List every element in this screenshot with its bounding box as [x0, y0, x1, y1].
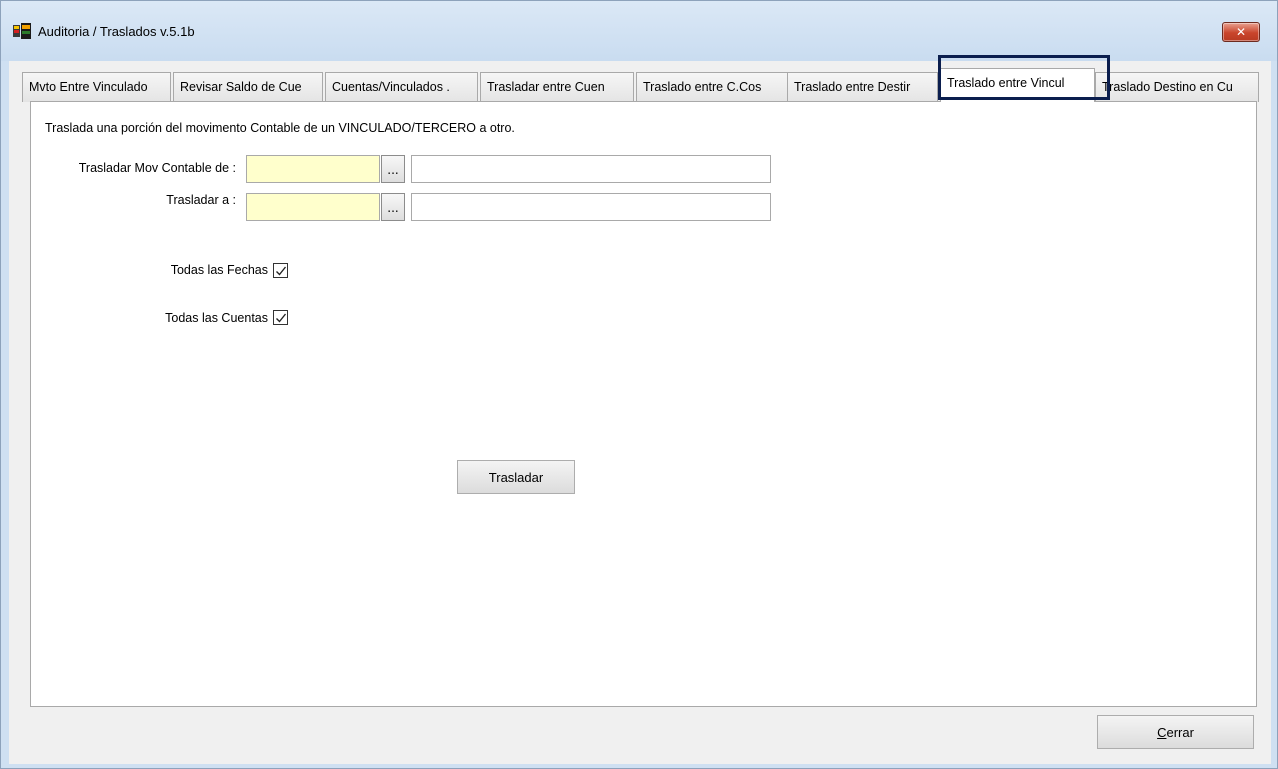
close-icon: ✕	[1235, 25, 1247, 39]
tab-traslado-entre-vinculados[interactable]: Traslado entre Vincul	[940, 68, 1095, 102]
tab-label: Revisar Saldo de Cue	[180, 80, 302, 94]
from-code-input[interactable]	[246, 155, 380, 183]
tab-trasladar-entre-cuentas[interactable]: Trasladar entre Cuen	[480, 72, 634, 102]
tab-mvto-entre-vinculado[interactable]: Mvto Entre Vinculado	[22, 72, 171, 102]
tab-revisar-saldo[interactable]: Revisar Saldo de Cue	[173, 72, 323, 102]
tab-strip: Mvto Entre Vinculado Revisar Saldo de Cu…	[22, 68, 1259, 102]
close-button-mnemonic: C	[1157, 724, 1167, 740]
tab-label: Traslado Destino en Cu	[1102, 80, 1233, 94]
title-bar[interactable]: Auditoria / Traslados v.5.1b ✕	[1, 1, 1277, 61]
tab-label: Trasladar entre Cuen	[487, 80, 605, 94]
window-title: Auditoria / Traslados v.5.1b	[38, 24, 195, 39]
from-browse-button[interactable]: ...	[381, 155, 405, 183]
all-accounts-label: Todas las Cuentas	[165, 311, 268, 325]
close-button-label: errar	[1166, 724, 1194, 740]
from-name-field[interactable]	[411, 155, 771, 183]
to-code-input[interactable]	[246, 193, 380, 221]
tab-label: Traslado entre C.Cos	[643, 80, 762, 94]
to-name-field[interactable]	[411, 193, 771, 221]
all-dates-checkbox[interactable]	[273, 263, 288, 278]
to-browse-button[interactable]: ...	[381, 193, 405, 221]
tab-label: Mvto Entre Vinculado	[29, 80, 148, 94]
transfer-button[interactable]: Trasladar	[457, 460, 575, 494]
tab-traslado-entre-destinos[interactable]: Traslado entre Destir	[787, 72, 938, 102]
from-label: Trasladar Mov Contable de :	[78, 161, 236, 175]
check-icon	[276, 313, 287, 323]
tab-label: Cuentas/Vinculados .	[332, 80, 450, 94]
tab-traslado-entre-ccostos[interactable]: Traslado entre C.Cos	[636, 72, 789, 102]
tab-label: Traslado entre Destir	[794, 80, 911, 94]
tab-panel	[30, 101, 1257, 707]
app-icon	[13, 23, 31, 39]
all-accounts-checkbox[interactable]	[273, 310, 288, 325]
tab-label: Traslado entre Vincul	[947, 76, 1065, 90]
panel-description: Traslada una porción del movimento Conta…	[45, 121, 515, 135]
window-close-button[interactable]: ✕	[1222, 22, 1260, 42]
tab-traslado-destino-en-cuentas[interactable]: Traslado Destino en Cu	[1095, 72, 1259, 102]
all-dates-label: Todas las Fechas	[170, 263, 268, 277]
check-icon	[276, 266, 287, 276]
tab-cuentas-vinculados[interactable]: Cuentas/Vinculados .	[325, 72, 478, 102]
to-label: Trasladar a :	[166, 193, 236, 207]
close-button[interactable]: Cerrar	[1097, 715, 1254, 749]
